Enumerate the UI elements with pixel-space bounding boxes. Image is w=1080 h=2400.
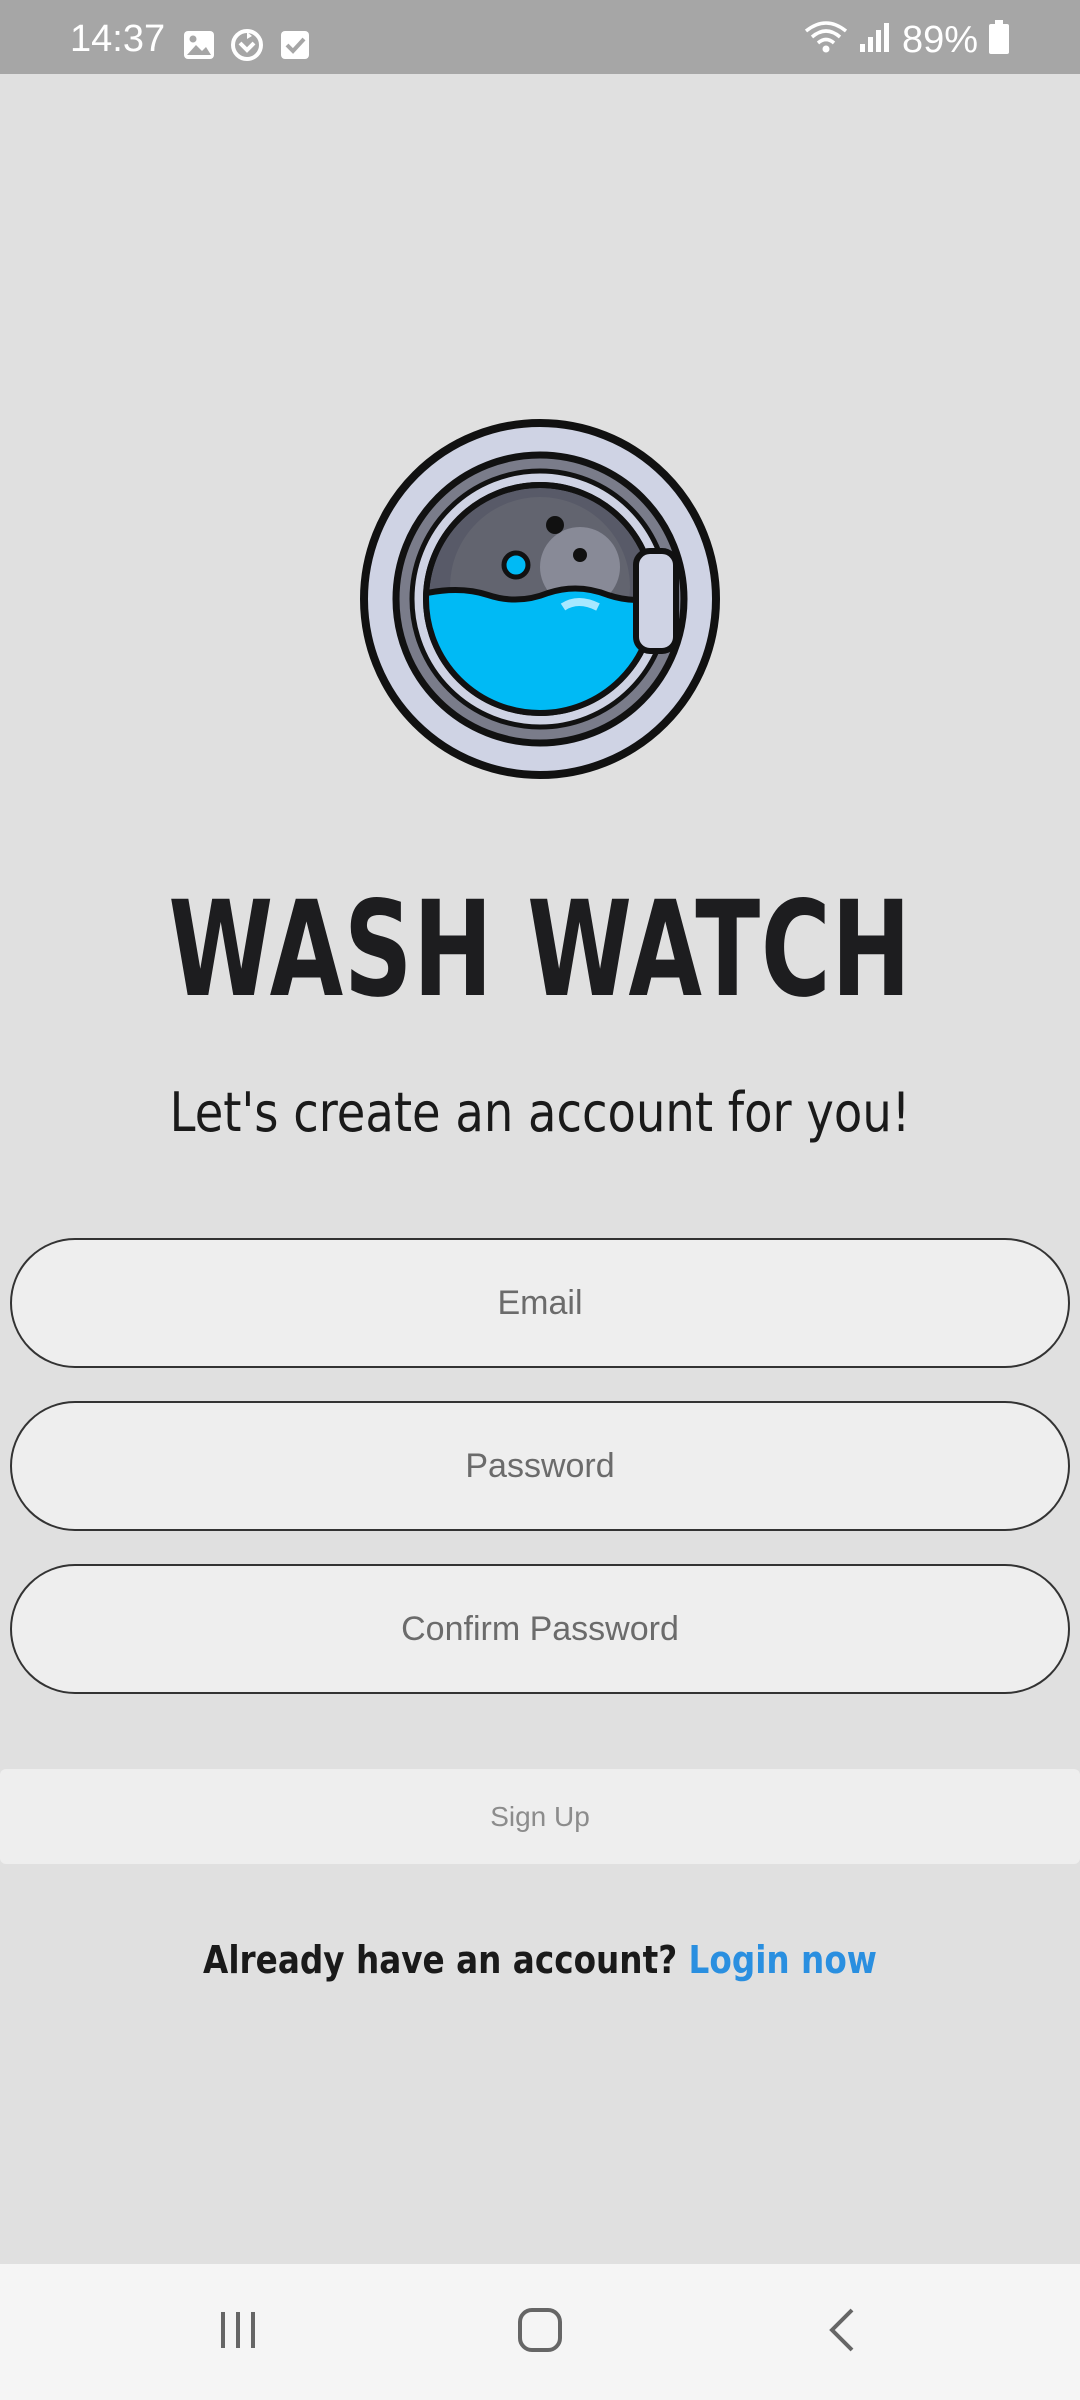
signal-icon [858,20,892,59]
status-bar: 14:37 89% [0,0,1080,74]
page-subtitle: Let's create an account for you! [169,1081,911,1144]
home-icon [516,2306,564,2359]
password-field[interactable] [10,1401,1070,1531]
status-system-icons: 89% [804,19,1010,60]
checkbox-icon [278,28,312,62]
recents-icon [216,2308,260,2357]
sync-icon [230,28,264,62]
email-field[interactable] [10,1238,1070,1368]
status-time: 14:37 [70,18,166,60]
washing-machine-icon [358,417,722,781]
gallery-icon [182,28,216,62]
sign-up-button[interactable]: Sign Up [0,1769,1080,1864]
back-button[interactable] [802,2296,882,2368]
wifi-icon [804,19,848,60]
recents-button[interactable] [198,2296,278,2368]
login-prompt-text: Already have an account? [203,1938,678,1982]
login-prompt: Already have an account? Login now [76,1930,1005,1990]
navigation-bar [0,2264,1080,2400]
battery-icon [988,19,1010,60]
battery-percent: 89% [901,18,978,61]
back-icon [822,2306,862,2359]
status-notification-icons [182,28,312,62]
confirm-password-field[interactable] [10,1564,1070,1694]
app-title: WASH WATCH [168,873,912,1027]
login-now-link[interactable]: Login now [689,1938,877,1982]
home-button[interactable] [500,2296,580,2368]
